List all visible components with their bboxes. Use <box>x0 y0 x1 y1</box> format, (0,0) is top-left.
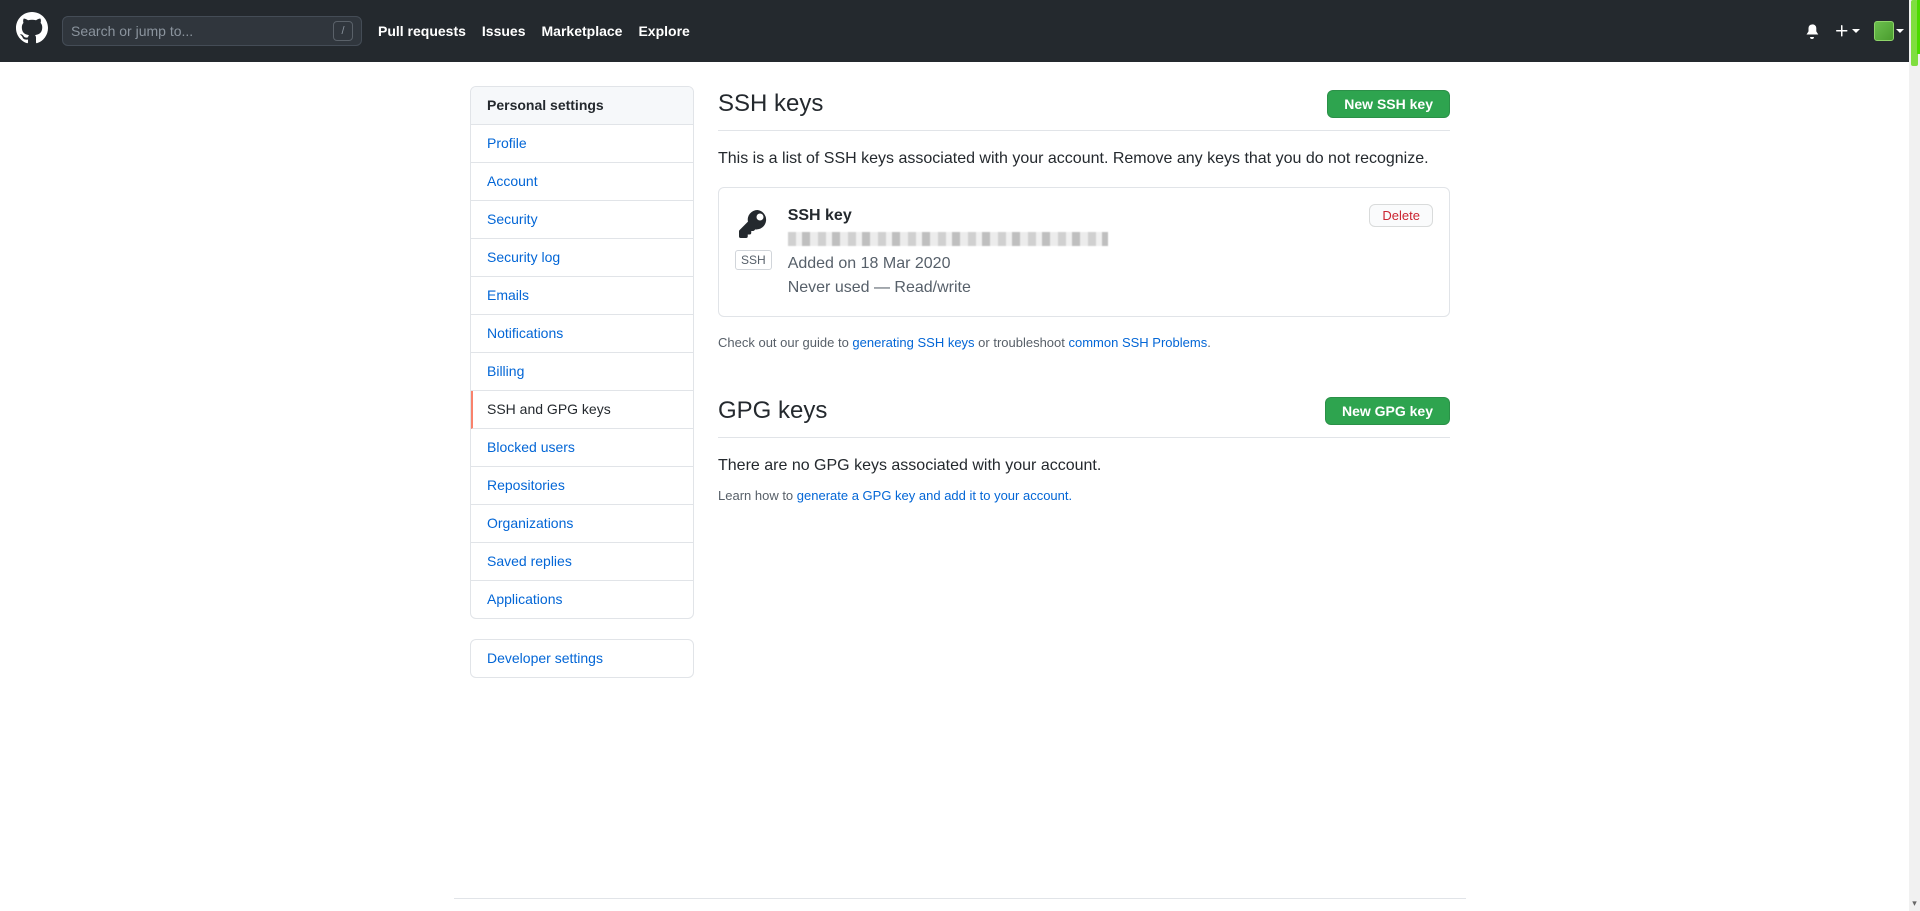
sidebar-developer-settings-group: Developer settings <box>470 639 694 678</box>
sidebar-item-emails[interactable]: Emails <box>471 277 693 315</box>
ssh-description: This is a list of SSH keys associated wi… <box>718 147 1450 171</box>
sidebar-item-security-log[interactable]: Security log <box>471 239 693 277</box>
create-new-dropdown[interactable] <box>1834 23 1860 39</box>
gpg-help-line: Learn how to generate a GPG key and add … <box>718 486 1450 506</box>
sidebar-item-notifications[interactable]: Notifications <box>471 315 693 353</box>
delete-ssh-key-button[interactable]: Delete <box>1369 204 1433 227</box>
gpg-section-title: GPG keys <box>718 393 827 429</box>
sidebar-item-profile[interactable]: Profile <box>471 125 693 163</box>
caret-down-icon <box>1896 29 1904 33</box>
sidebar-item-ssh-gpg-keys[interactable]: SSH and GPG keys <box>471 391 693 429</box>
nav-pull-requests[interactable]: Pull requests <box>378 21 466 42</box>
gpg-help-prefix: Learn how to <box>718 488 797 503</box>
sidebar-item-repositories[interactable]: Repositories <box>471 467 693 505</box>
footer-separator <box>454 898 1466 899</box>
link-common-ssh-problems[interactable]: common SSH Problems <box>1069 335 1208 350</box>
settings-sidebar: Personal settings Profile Account Securi… <box>470 86 694 698</box>
notifications-icon[interactable] <box>1804 23 1820 39</box>
ssh-key-fingerprint-redacted <box>788 232 1108 246</box>
header-right <box>1804 21 1904 41</box>
ssh-section-header: SSH keys New SSH key <box>718 86 1450 131</box>
github-logo-icon[interactable] <box>16 12 48 50</box>
ssh-help-prefix: Check out our guide to <box>718 335 852 350</box>
scrollbar[interactable]: ▾ <box>1909 0 1920 911</box>
key-icon <box>739 210 767 244</box>
main-content: SSH keys New SSH key This is a list of S… <box>718 86 1450 698</box>
search-input[interactable] <box>71 23 333 39</box>
global-header: / Pull requests Issues Marketplace Explo… <box>0 0 1920 62</box>
ssh-help-line: Check out our guide to generating SSH ke… <box>718 333 1450 353</box>
ssh-key-usage: Never used — Read/write <box>788 276 1370 300</box>
sidebar-item-blocked-users[interactable]: Blocked users <box>471 429 693 467</box>
link-generate-gpg-key[interactable]: generate a GPG key and add it to your ac… <box>797 488 1072 503</box>
ssh-key-details: SSH key Added on 18 Mar 2020 Never used … <box>788 204 1370 300</box>
sidebar-item-developer-settings[interactable]: Developer settings <box>471 640 693 677</box>
search-box[interactable]: / <box>62 16 362 46</box>
ssh-key-type-badge: SSH <box>735 250 772 270</box>
avatar <box>1874 21 1894 41</box>
gpg-section: GPG keys New GPG key There are no GPG ke… <box>718 393 1450 506</box>
ssh-help-mid: or troubleshoot <box>975 335 1069 350</box>
sidebar-item-account[interactable]: Account <box>471 163 693 201</box>
sidebar-item-saved-replies[interactable]: Saved replies <box>471 543 693 581</box>
sidebar-item-applications[interactable]: Applications <box>471 581 693 618</box>
ssh-key-title: SSH key <box>788 204 1370 228</box>
sidebar-item-billing[interactable]: Billing <box>471 353 693 391</box>
page-container: Personal settings Profile Account Securi… <box>454 62 1466 698</box>
sidebar-personal-settings: Personal settings Profile Account Securi… <box>470 86 694 619</box>
gpg-section-header: GPG keys New GPG key <box>718 393 1450 438</box>
scrollbar-down-arrow[interactable]: ▾ <box>1909 897 1920 911</box>
ssh-key-added-date: Added on 18 Mar 2020 <box>788 252 1370 276</box>
gpg-description: There are no GPG keys associated with yo… <box>718 454 1450 478</box>
ssh-key-icon-column: SSH <box>735 204 772 270</box>
nav-marketplace[interactable]: Marketplace <box>542 21 623 42</box>
ssh-help-suffix: . <box>1207 335 1211 350</box>
search-kbd-hint: / <box>333 21 353 41</box>
nav-issues[interactable]: Issues <box>482 21 526 42</box>
caret-down-icon <box>1852 29 1860 33</box>
sidebar-item-organizations[interactable]: Organizations <box>471 505 693 543</box>
link-generating-ssh-keys[interactable]: generating SSH keys <box>852 335 974 350</box>
new-ssh-key-button[interactable]: New SSH key <box>1327 90 1450 118</box>
new-gpg-key-button[interactable]: New GPG key <box>1325 397 1450 425</box>
ssh-key-entry: SSH SSH key Added on 18 Mar 2020 Never u… <box>718 187 1450 317</box>
header-left: / Pull requests Issues Marketplace Explo… <box>16 12 1804 50</box>
nav-explore[interactable]: Explore <box>638 21 689 42</box>
ssh-section-title: SSH keys <box>718 86 823 122</box>
sidebar-heading: Personal settings <box>471 87 693 125</box>
sidebar-item-security[interactable]: Security <box>471 201 693 239</box>
user-menu-dropdown[interactable] <box>1874 21 1904 41</box>
primary-nav: Pull requests Issues Marketplace Explore <box>378 21 690 42</box>
